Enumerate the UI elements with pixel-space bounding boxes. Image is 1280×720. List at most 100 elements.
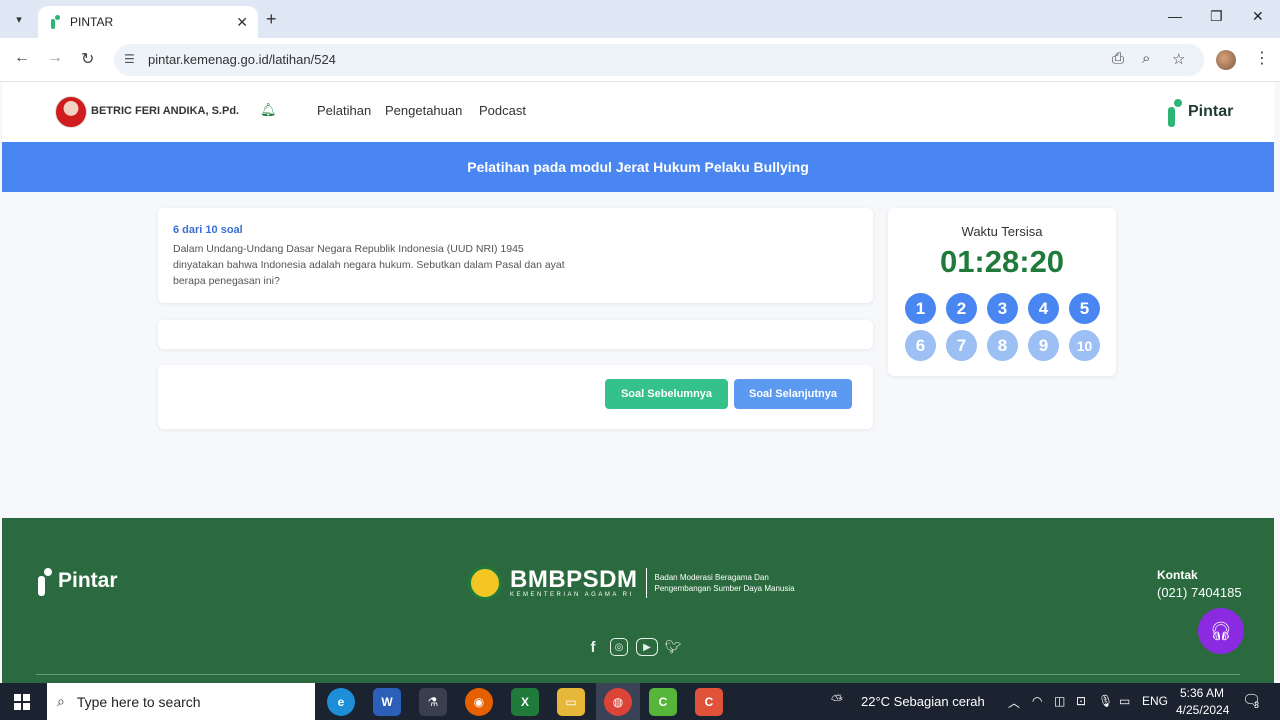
footer-logo-text: Pintar xyxy=(58,569,118,592)
question-number-button[interactable]: 8 xyxy=(987,330,1018,361)
pintar-logo-text: Pintar xyxy=(1188,103,1234,120)
next-question-button[interactable]: Soal Selanjutnya xyxy=(734,379,852,409)
browser-menu-icon[interactable]: ⋮ xyxy=(1254,48,1270,68)
contact-block: Kontak (021) 7404185 xyxy=(1157,568,1242,600)
language-indicator[interactable]: ENG xyxy=(1142,694,1168,708)
tab-title: PINTAR xyxy=(70,15,114,29)
bmbpsdm-description-line: Badan Moderasi Beragama Dan xyxy=(654,573,769,582)
camtasia-green-icon[interactable]: C xyxy=(649,688,677,716)
weather-icon[interactable]: ⛅︎ xyxy=(831,692,843,709)
bmbpsdm-title: BMBPSDM xyxy=(510,566,638,593)
browser-tabbar: ▾ PINTAR ✕ + — ❐ ✕ xyxy=(0,0,1280,38)
timer-card: Waktu Tersisa 01:28:20 1 2 3 4 5 6 7 8 9… xyxy=(888,208,1116,376)
question-number-button[interactable]: 5 xyxy=(1069,293,1100,324)
new-tab-icon[interactable]: + xyxy=(266,9,277,30)
windows-start-icon[interactable] xyxy=(14,694,30,710)
search-icon: ⌕ xyxy=(57,693,65,709)
contact-phone[interactable]: (021) 7404185 xyxy=(1157,585,1242,600)
address-bar[interactable]: ☰ pintar.kemenag.go.id/latihan/524 ⎙ ⌕ ☆ xyxy=(114,44,1204,76)
footer-pintar-logo-icon xyxy=(36,566,54,596)
url-text[interactable]: pintar.kemenag.go.id/latihan/524 xyxy=(148,52,336,67)
youtube-icon[interactable]: ▶ xyxy=(636,638,658,656)
microphone-icon[interactable]: 🎙︎ xyxy=(1098,694,1113,708)
site-footer: Pintar BMBPSDM KEMENTERIAN AGAMA RI Bada… xyxy=(2,518,1274,683)
edge-icon[interactable]: e xyxy=(327,688,355,716)
maximize-icon[interactable]: ❐ xyxy=(1210,8,1223,25)
bookmark-star-icon[interactable]: ☆ xyxy=(1172,50,1185,68)
prev-question-button[interactable]: Soal Sebelumnya xyxy=(605,379,728,409)
site-header: BETRIC FERI ANDIKA, S.Pd. 🔔︎ Pelatihan P… xyxy=(2,82,1274,142)
question-number-button[interactable]: 4 xyxy=(1028,293,1059,324)
pintar-logo[interactable]: Pintar xyxy=(1166,97,1233,127)
profile-avatar[interactable] xyxy=(1216,50,1236,70)
forward-icon[interactable]: → xyxy=(47,49,63,67)
show-hidden-icons[interactable]: ︿ xyxy=(1008,694,1020,711)
footer-pintar-logo[interactable]: Pintar xyxy=(36,566,118,596)
taskbar-search[interactable]: ⌕ Type here to search xyxy=(47,683,315,720)
browser-toolbar: ← → ↻ ☰ pintar.kemenag.go.id/latihan/524… xyxy=(0,38,1280,82)
kemenag-emblem-icon xyxy=(468,566,502,600)
file-explorer-icon[interactable]: ▭ xyxy=(557,688,585,716)
question-number-button[interactable]: 9 xyxy=(1028,330,1059,361)
window-close-icon[interactable]: ✕ xyxy=(1252,8,1264,25)
word-icon[interactable]: W xyxy=(373,688,401,716)
question-number-button[interactable]: 1 xyxy=(905,293,936,324)
question-text: Dalam Undang-Undang Dasar Negara Republi… xyxy=(173,241,643,289)
notification-count: 3 xyxy=(1254,700,1260,710)
question-nav-card: Soal Sebelumnya Soal Selanjutnya xyxy=(158,365,873,429)
pintar-favicon-icon xyxy=(48,15,62,29)
nav-pelatihan[interactable]: Pelatihan xyxy=(317,103,371,118)
excel-icon[interactable]: X xyxy=(511,688,539,716)
timer-value: 01:28:20 xyxy=(939,244,1065,279)
notification-bell-icon[interactable]: 🔔︎ xyxy=(260,102,277,118)
answer-area[interactable] xyxy=(158,320,873,349)
browser-tab[interactable]: PINTAR ✕ xyxy=(38,6,258,38)
reload-icon[interactable]: ↻ xyxy=(81,49,94,69)
help-chat-icon[interactable]: 🎧︎ xyxy=(1198,608,1244,654)
firefox-icon[interactable]: ◉ xyxy=(465,688,493,716)
chrome-icon[interactable]: ◍ xyxy=(604,688,632,716)
module-banner: Pelatihan pada modul Jerat Hukum Pelaku … xyxy=(2,142,1274,192)
module-title: Pelatihan pada modul Jerat Hukum Pelaku … xyxy=(467,159,809,175)
question-number-button[interactable]: 2 xyxy=(946,293,977,324)
site-info-icon[interactable]: ☰ xyxy=(124,52,135,66)
nav-pengetahuan[interactable]: Pengetahuan xyxy=(385,103,462,118)
clock-date[interactable]: 4/25/2024 xyxy=(1176,703,1229,717)
minimize-icon[interactable]: — xyxy=(1168,8,1182,24)
twitter-icon[interactable]: 🐦︎ xyxy=(664,638,682,656)
back-icon[interactable]: ← xyxy=(14,49,30,67)
zoom-icon[interactable]: ⌕ xyxy=(1142,50,1150,67)
tab-close-icon[interactable]: ✕ xyxy=(236,14,248,31)
weather-text[interactable]: 22°C Sebagian cerah xyxy=(861,694,985,709)
question-number-button[interactable]: 10 xyxy=(1069,330,1100,361)
camtasia-red-icon[interactable]: C xyxy=(695,688,723,716)
question-number-button[interactable]: 7 xyxy=(946,330,977,361)
timer-label: Waktu Tersisa xyxy=(961,224,1043,239)
meet-now-icon[interactable]: ◫ xyxy=(1054,694,1065,708)
nav-podcast[interactable]: Podcast xyxy=(479,103,526,118)
user-name[interactable]: BETRIC FERI ANDIKA, S.Pd. xyxy=(91,105,239,117)
windows-taskbar: ⌕ Type here to search e W ⚗ ◉ X ▭ ◍ C C … xyxy=(0,683,1280,720)
user-avatar[interactable] xyxy=(55,96,87,128)
logo-divider xyxy=(645,568,647,598)
tab-search-icon[interactable]: ▾ xyxy=(8,8,30,30)
battery-icon[interactable]: ▭ xyxy=(1119,694,1130,708)
footer-divider xyxy=(36,674,1240,675)
contact-label: Kontak xyxy=(1157,568,1198,582)
install-app-icon[interactable]: ⎙ xyxy=(1112,50,1124,67)
taskbar-search-placeholder: Type here to search xyxy=(76,693,201,710)
clock-time[interactable]: 5:36 AM xyxy=(1180,686,1224,700)
question-line: berapa penegasan ini? xyxy=(173,275,280,287)
tray-app-icon[interactable]: ⊡ xyxy=(1076,694,1086,708)
question-counter: 6 dari 10 soal xyxy=(173,224,243,236)
instagram-icon[interactable]: ◎ xyxy=(610,638,628,656)
question-line: dinyatakan bahwa Indonesia adalah negara… xyxy=(173,259,565,271)
question-line: Dalam Undang-Undang Dasar Negara Republi… xyxy=(173,243,524,255)
question-number-button[interactable]: 6 xyxy=(905,330,936,361)
bmbpsdm-subtitle: KEMENTERIAN AGAMA RI xyxy=(510,592,634,598)
network-icon[interactable]: ◠ xyxy=(1032,694,1042,708)
facebook-icon[interactable]: f xyxy=(584,638,602,656)
question-number-button[interactable]: 3 xyxy=(987,293,1018,324)
app-icon[interactable]: ⚗ xyxy=(419,688,447,716)
pintar-logo-icon xyxy=(1166,97,1184,127)
